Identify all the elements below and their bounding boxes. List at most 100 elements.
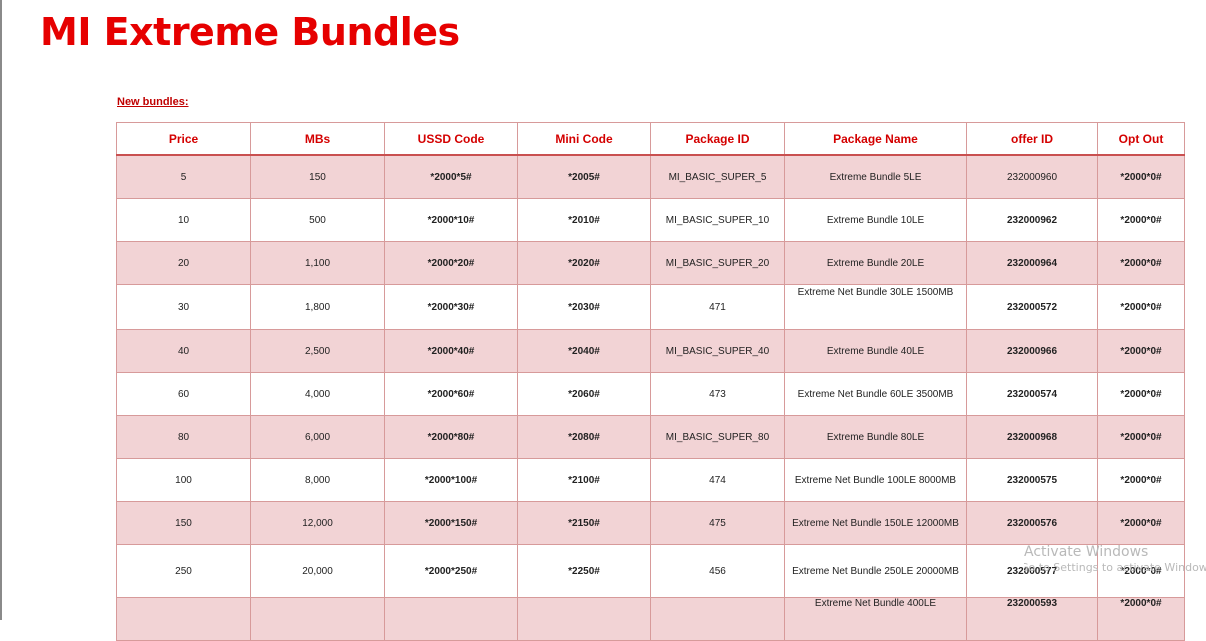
header-offer-id: offer ID	[966, 122, 1098, 156]
cell-mini-code: *2040#	[517, 329, 651, 373]
cell-opt-out: *2000*0#	[1097, 198, 1185, 242]
cell-offer-id: 232000572	[966, 284, 1098, 330]
table-row: Extreme Net Bundle 400LE 232000593 *2000…	[116, 597, 1185, 641]
cell-package-id: 456	[650, 544, 785, 598]
cell-package-id: 471	[650, 284, 785, 330]
cell-package-name: Extreme Net Bundle 60LE 3500MB	[784, 372, 967, 416]
cell-offer-id: 232000574	[966, 372, 1098, 416]
table-row: 60 4,000 *2000*60# *2060# 473 Extreme Ne…	[116, 372, 1185, 416]
header-mini-code: Mini Code	[517, 122, 651, 156]
cell-package-id: MI_BASIC_SUPER_40	[650, 329, 785, 373]
cell-price: 20	[116, 241, 251, 285]
cell-mini-code: *2080#	[517, 415, 651, 459]
cell-ussd-code: *2000*60#	[384, 372, 518, 416]
cell-offer-id: 232000966	[966, 329, 1098, 373]
cell-ussd-code	[384, 597, 518, 641]
table-row: 20 1,100 *2000*20# *2020# MI_BASIC_SUPER…	[116, 241, 1185, 285]
table-row: 5 150 *2000*5# *2005# MI_BASIC_SUPER_5 E…	[116, 154, 1185, 199]
cell-package-name: Extreme Bundle 10LE	[784, 198, 967, 242]
cell-opt-out: *2000*0#	[1097, 458, 1185, 502]
table-row: 150 12,000 *2000*150# *2150# 475 Extreme…	[116, 501, 1185, 545]
cell-ussd-code: *2000*10#	[384, 198, 518, 242]
cell-mini-code	[517, 597, 651, 641]
cell-mbs: 150	[250, 154, 385, 199]
cell-package-id: MI_BASIC_SUPER_80	[650, 415, 785, 459]
cell-offer-id: 232000964	[966, 241, 1098, 285]
cell-ussd-code: *2000*30#	[384, 284, 518, 330]
new-bundles-label: New bundles:	[117, 96, 189, 108]
cell-mini-code: *2005#	[517, 154, 651, 199]
cell-package-id: 474	[650, 458, 785, 502]
cell-mini-code: *2150#	[517, 501, 651, 545]
cell-package-name: Extreme Net Bundle 100LE 8000MB	[784, 458, 967, 502]
cell-package-name: Extreme Net Bundle 250LE 20000MB	[784, 544, 967, 598]
cell-package-id: 475	[650, 501, 785, 545]
cell-offer-id: 232000962	[966, 198, 1098, 242]
bundles-table: Price MBs USSD Code Mini Code Package ID…	[116, 122, 1185, 641]
cell-mbs: 6,000	[250, 415, 385, 459]
cell-package-name: Extreme Net Bundle 400LE	[784, 597, 967, 641]
table-row: 10 500 *2000*10# *2010# MI_BASIC_SUPER_1…	[116, 198, 1185, 242]
cell-opt-out: *2000*0#	[1097, 372, 1185, 416]
cell-mbs: 12,000	[250, 501, 385, 545]
cell-mbs: 2,500	[250, 329, 385, 373]
cell-mini-code: *2060#	[517, 372, 651, 416]
cell-ussd-code: *2000*20#	[384, 241, 518, 285]
cell-ussd-code: *2000*250#	[384, 544, 518, 598]
cell-mini-code: *2030#	[517, 284, 651, 330]
cell-offer-id: 232000968	[966, 415, 1098, 459]
cell-mbs: 20,000	[250, 544, 385, 598]
cell-offer-id: 232000593	[966, 597, 1098, 641]
cell-mini-code: *2020#	[517, 241, 651, 285]
cell-price: 10	[116, 198, 251, 242]
table-header-row: Price MBs USSD Code Mini Code Package ID…	[116, 122, 1185, 156]
cell-ussd-code: *2000*100#	[384, 458, 518, 502]
cell-price: 80	[116, 415, 251, 459]
cell-package-name: Extreme Bundle 5LE	[784, 154, 967, 199]
cell-price: 60	[116, 372, 251, 416]
cell-opt-out: *2000*0#	[1097, 597, 1185, 641]
cell-mbs	[250, 597, 385, 641]
cell-price	[116, 597, 251, 641]
cell-mbs: 1,100	[250, 241, 385, 285]
cell-opt-out: *2000*0#	[1097, 415, 1185, 459]
cell-package-id: MI_BASIC_SUPER_10	[650, 198, 785, 242]
header-package-name: Package Name	[784, 122, 967, 156]
cell-package-id: 473	[650, 372, 785, 416]
page-title: MI Extreme Bundles	[40, 10, 460, 54]
table-row: 100 8,000 *2000*100# *2100# 474 Extreme …	[116, 458, 1185, 502]
cell-opt-out: *2000*0#	[1097, 329, 1185, 373]
cell-ussd-code: *2000*5#	[384, 154, 518, 199]
header-mbs: MBs	[250, 122, 385, 156]
cell-opt-out: *2000*0#	[1097, 284, 1185, 330]
cell-package-name: Extreme Bundle 40LE	[784, 329, 967, 373]
cell-mini-code: *2100#	[517, 458, 651, 502]
cell-price: 150	[116, 501, 251, 545]
table-row: 30 1,800 *2000*30# *2030# 471 Extreme Ne…	[116, 284, 1185, 330]
cell-price: 40	[116, 329, 251, 373]
cell-price: 30	[116, 284, 251, 330]
cell-mbs: 8,000	[250, 458, 385, 502]
cell-price: 5	[116, 154, 251, 199]
cell-package-name: Extreme Net Bundle 30LE 1500MB	[784, 284, 967, 330]
header-price: Price	[116, 122, 251, 156]
cell-package-name: Extreme Net Bundle 150LE 12000MB	[784, 501, 967, 545]
table-row: 250 20,000 *2000*250# *2250# 456 Extreme…	[116, 544, 1185, 598]
header-package-id: Package ID	[650, 122, 785, 156]
table-row: 40 2,500 *2000*40# *2040# MI_BASIC_SUPER…	[116, 329, 1185, 373]
cell-mbs: 500	[250, 198, 385, 242]
cell-offer-id: 232000960	[966, 154, 1098, 199]
cell-offer-id: 232000576	[966, 501, 1098, 545]
cell-mbs: 4,000	[250, 372, 385, 416]
cell-package-id	[650, 597, 785, 641]
cell-ussd-code: *2000*150#	[384, 501, 518, 545]
cell-ussd-code: *2000*40#	[384, 329, 518, 373]
cell-opt-out: *2000*0#	[1097, 544, 1185, 598]
cell-package-name: Extreme Bundle 80LE	[784, 415, 967, 459]
table-row: 80 6,000 *2000*80# *2080# MI_BASIC_SUPER…	[116, 415, 1185, 459]
cell-package-id: MI_BASIC_SUPER_5	[650, 154, 785, 199]
cell-opt-out: *2000*0#	[1097, 154, 1185, 199]
cell-opt-out: *2000*0#	[1097, 241, 1185, 285]
cell-price: 100	[116, 458, 251, 502]
cell-mini-code: *2010#	[517, 198, 651, 242]
